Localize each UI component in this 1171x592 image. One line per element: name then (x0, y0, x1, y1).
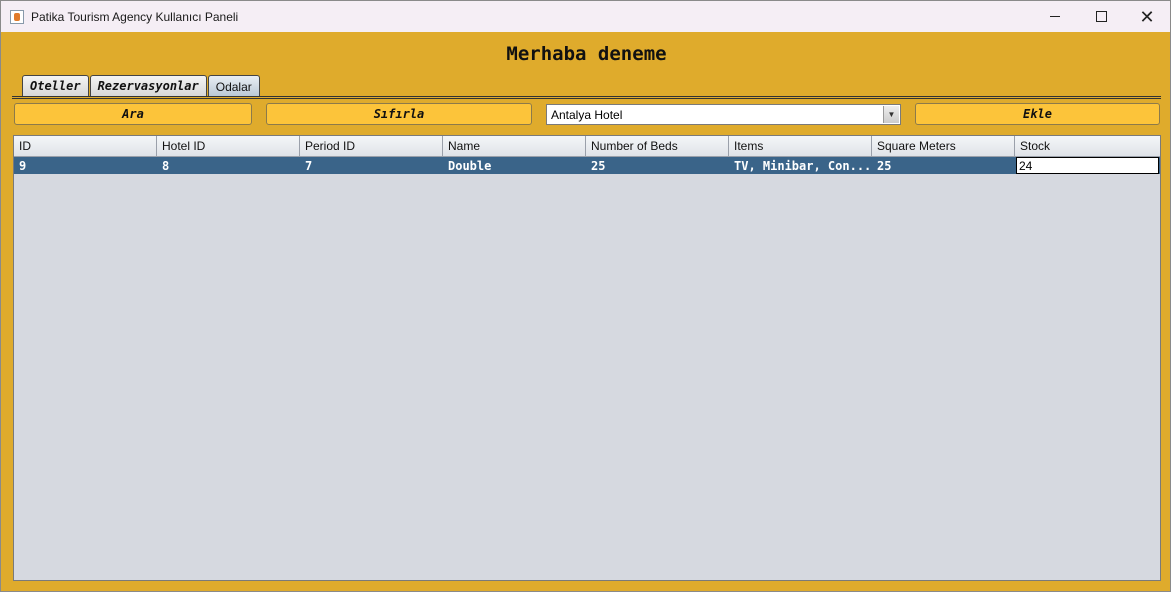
column-header-square-meters[interactable]: Square Meters (872, 136, 1015, 157)
tab-bar: Oteller Rezervasyonlar Odalar (22, 75, 261, 97)
chevron-down-icon[interactable]: ▼ (883, 106, 899, 123)
minimize-icon (1050, 16, 1060, 17)
close-icon: ✕ (1139, 6, 1155, 27)
column-header-id[interactable]: ID (14, 136, 157, 157)
column-header-stock[interactable]: Stock (1015, 136, 1160, 157)
column-header-items[interactable]: Items (729, 136, 872, 157)
tab-oteller[interactable]: Oteller (22, 75, 89, 96)
hotel-select-value: Antalya Hotel (551, 107, 623, 122)
hotel-select[interactable]: Antalya Hotel ▼ (546, 104, 901, 125)
tab-odalar[interactable]: Odalar (207, 75, 260, 97)
close-button[interactable]: ✕ (1124, 1, 1170, 32)
table-row[interactable]: 9 8 7 Double 25 TV, Minibar, Con... 25 2… (14, 157, 1160, 174)
minimize-button[interactable] (1032, 1, 1078, 32)
window-title: Patika Tourism Agency Kullanıcı Paneli (31, 9, 239, 24)
window-controls: ✕ (1032, 1, 1170, 32)
cell-period-id[interactable]: 7 (300, 157, 443, 174)
greeting-label: Merhaba deneme (506, 43, 667, 65)
maximize-icon (1095, 11, 1107, 22)
maximize-button[interactable] (1078, 1, 1124, 32)
table-header: ID Hotel ID Period ID Name Number of Bed… (14, 136, 1160, 157)
cell-square-meters[interactable]: 25 (872, 157, 1015, 174)
tab-rezervasyonlar[interactable]: Rezervasyonlar (89, 75, 207, 96)
tab-divider (12, 96, 1161, 99)
java-app-icon (10, 9, 24, 24)
app-window: Patika Tourism Agency Kullanıcı Paneli ✕… (0, 0, 1171, 592)
search-button[interactable]: Ara (14, 103, 252, 125)
cell-stock-editor[interactable]: 24 (1016, 157, 1159, 174)
add-button[interactable]: Ekle (915, 103, 1160, 125)
cell-number-of-beds[interactable]: 25 (586, 157, 729, 174)
reset-button[interactable]: Sıfırla (266, 103, 532, 125)
column-header-period-id[interactable]: Period ID (300, 136, 443, 157)
column-header-number-of-beds[interactable]: Number of Beds (586, 136, 729, 157)
cell-hotel-id[interactable]: 8 (157, 157, 300, 174)
cell-items[interactable]: TV, Minibar, Con... (729, 157, 872, 174)
column-header-name[interactable]: Name (443, 136, 586, 157)
column-header-hotel-id[interactable]: Hotel ID (157, 136, 300, 157)
cell-id[interactable]: 9 (14, 157, 157, 174)
title-bar: Patika Tourism Agency Kullanıcı Paneli ✕ (1, 1, 1170, 32)
cell-name[interactable]: Double (443, 157, 586, 174)
rooms-table: ID Hotel ID Period ID Name Number of Bed… (13, 135, 1161, 581)
